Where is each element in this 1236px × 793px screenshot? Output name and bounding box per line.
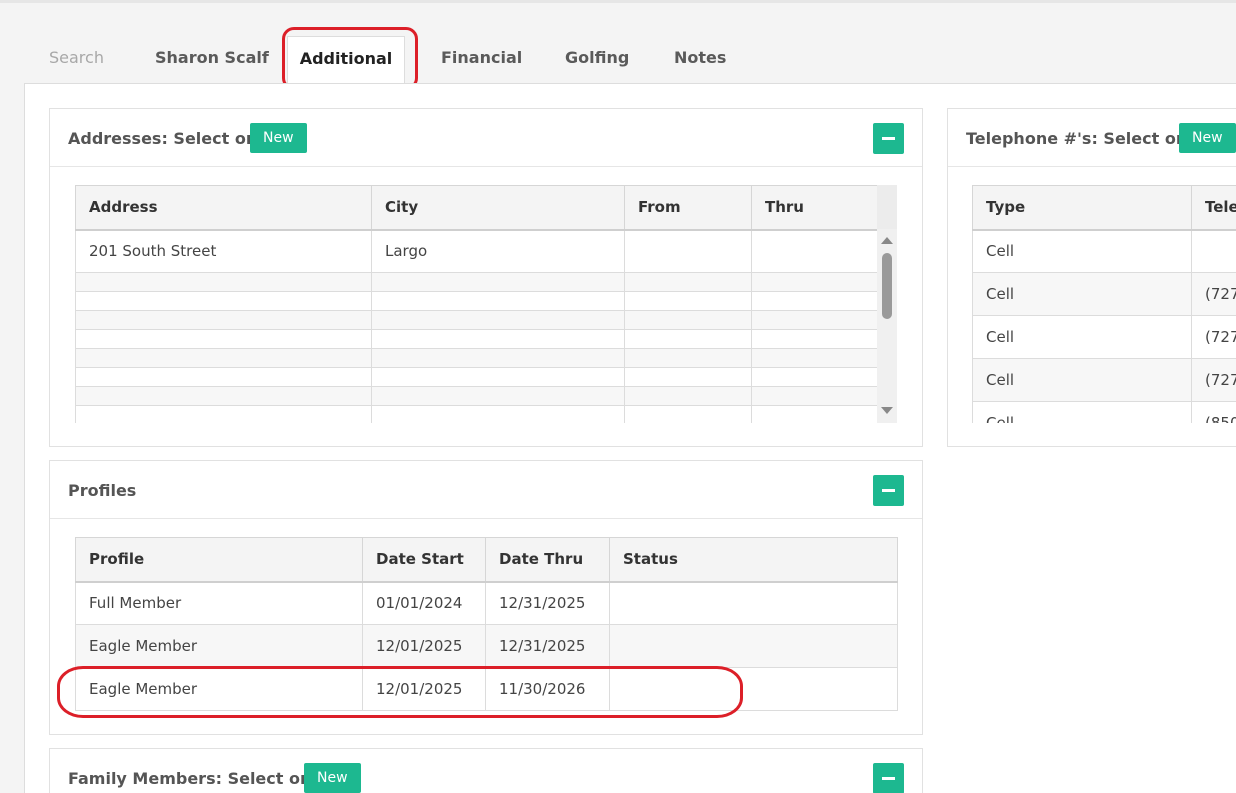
column-header-from[interactable]: From (624, 185, 752, 231)
column-header-city[interactable]: City (371, 185, 625, 231)
type-cell: Cell (972, 315, 1192, 359)
table-row[interactable]: Cell (727 (972, 315, 1236, 359)
addresses-collapse-button[interactable] (873, 123, 904, 154)
telephone-table: Type Tele Cell Cell (727 Cell (727 Cell … (972, 185, 1236, 423)
date-start-cell: 01/01/2024 (362, 581, 486, 625)
telephone-cell: (727 (1191, 272, 1236, 316)
minus-icon (882, 777, 895, 780)
date-thru-cell: 11/30/2026 (485, 667, 610, 711)
column-header-profile[interactable]: Profile (75, 537, 363, 583)
minus-icon (882, 137, 895, 140)
addresses-table: Address City From Thru 201 South Street … (75, 185, 878, 423)
status-cell (609, 624, 898, 668)
telephone-panel-header: Telephone #'s: Select or New (948, 109, 1236, 167)
column-header-date-start[interactable]: Date Start (362, 537, 486, 583)
column-header-thru[interactable]: Thru (751, 185, 878, 231)
empty-row (75, 272, 878, 292)
addresses-grid: Address City From Thru 201 South Street … (75, 185, 897, 423)
tab-financial[interactable]: Financial (441, 48, 522, 67)
table-row[interactable]: Cell (850 (972, 401, 1236, 423)
addresses-title: Addresses: Select or (68, 129, 254, 148)
empty-row (75, 329, 878, 349)
address-cell: 201 South Street (75, 229, 372, 273)
table-row[interactable]: Eagle Member 12/01/2025 12/31/2025 (75, 624, 898, 668)
profile-cell: Eagle Member (75, 624, 363, 668)
scroll-thumb[interactable] (882, 253, 892, 319)
telephone-panel: Telephone #'s: Select or New Type Tele C… (947, 108, 1236, 447)
table-row[interactable]: Full Member 01/01/2024 12/31/2025 (75, 581, 898, 625)
empty-row (75, 405, 878, 423)
minus-icon (882, 489, 895, 492)
profiles-collapse-button[interactable] (873, 475, 904, 506)
profile-cell: Eagle Member (75, 667, 363, 711)
addresses-scrollbar[interactable] (877, 185, 897, 423)
type-cell: Cell (972, 358, 1192, 402)
scroll-up-icon[interactable] (881, 237, 893, 244)
family-new-button[interactable]: New (304, 763, 361, 793)
table-row[interactable]: Cell (727 (972, 358, 1236, 402)
column-header-date-thru[interactable]: Date Thru (485, 537, 610, 583)
telephone-cell: (727 (1191, 315, 1236, 359)
tab-sharon-scalf[interactable]: Sharon Scalf (155, 48, 269, 67)
top-border (0, 0, 1236, 3)
thru-cell (751, 229, 878, 273)
tab-notes[interactable]: Notes (674, 48, 726, 67)
empty-row (75, 386, 878, 406)
profile-cell: Full Member (75, 581, 363, 625)
scrollbar-header-fill (877, 185, 897, 229)
empty-row (75, 310, 878, 330)
family-panel-header: Family Members: Select or New (50, 749, 922, 793)
profiles-panel-header: Profiles (50, 461, 922, 519)
tab-search[interactable]: Search (49, 48, 104, 67)
date-start-cell: 12/01/2025 (362, 624, 486, 668)
from-cell (624, 229, 752, 273)
telephone-title: Telephone #'s: Select or (966, 129, 1184, 148)
addresses-panel: Addresses: Select or New Address City Fr… (49, 108, 923, 447)
column-header-address[interactable]: Address (75, 185, 372, 231)
family-collapse-button[interactable] (873, 763, 904, 793)
profiles-title: Profiles (68, 481, 137, 500)
table-row[interactable]: Cell (727 (972, 272, 1236, 316)
tab-additional[interactable]: Additional (287, 36, 405, 84)
type-cell: Cell (972, 272, 1192, 316)
date-thru-cell: 12/31/2025 (485, 624, 610, 668)
status-cell (609, 581, 898, 625)
family-panel: Family Members: Select or New (49, 748, 923, 793)
addresses-new-button[interactable]: New (250, 123, 307, 153)
table-row[interactable]: 201 South Street Largo (75, 229, 878, 273)
telephone-cell (1191, 229, 1236, 273)
city-cell: Largo (371, 229, 625, 273)
tab-bar: Search Sharon Scalf Additional Financial… (24, 36, 1236, 84)
empty-row (75, 367, 878, 387)
status-cell (609, 667, 898, 711)
telephone-new-button[interactable]: New (1179, 123, 1236, 153)
profiles-panel: Profiles Profile Date Start Date Thru St… (49, 460, 923, 735)
column-header-status[interactable]: Status (609, 537, 898, 583)
family-title: Family Members: Select or (68, 769, 308, 788)
column-header-type[interactable]: Type (972, 185, 1192, 231)
profiles-table: Profile Date Start Date Thru Status Full… (75, 537, 898, 711)
date-thru-cell: 12/31/2025 (485, 581, 610, 625)
empty-row (75, 291, 878, 311)
telephone-cell: (850 (1191, 401, 1236, 423)
date-start-cell: 12/01/2025 (362, 667, 486, 711)
column-header-telephone[interactable]: Tele (1191, 185, 1236, 231)
type-cell: Cell (972, 229, 1192, 273)
telephone-cell: (727 (1191, 358, 1236, 402)
addresses-panel-header: Addresses: Select or New (50, 109, 922, 167)
scroll-down-icon[interactable] (881, 407, 893, 414)
telephone-grid: Type Tele Cell Cell (727 Cell (727 Cell … (972, 185, 1236, 423)
tab-golfing[interactable]: Golfing (565, 48, 629, 67)
empty-row (75, 348, 878, 368)
type-cell: Cell (972, 401, 1192, 423)
table-row[interactable]: Cell (972, 229, 1236, 273)
table-row[interactable]: Eagle Member 12/01/2025 11/30/2026 (75, 667, 898, 711)
